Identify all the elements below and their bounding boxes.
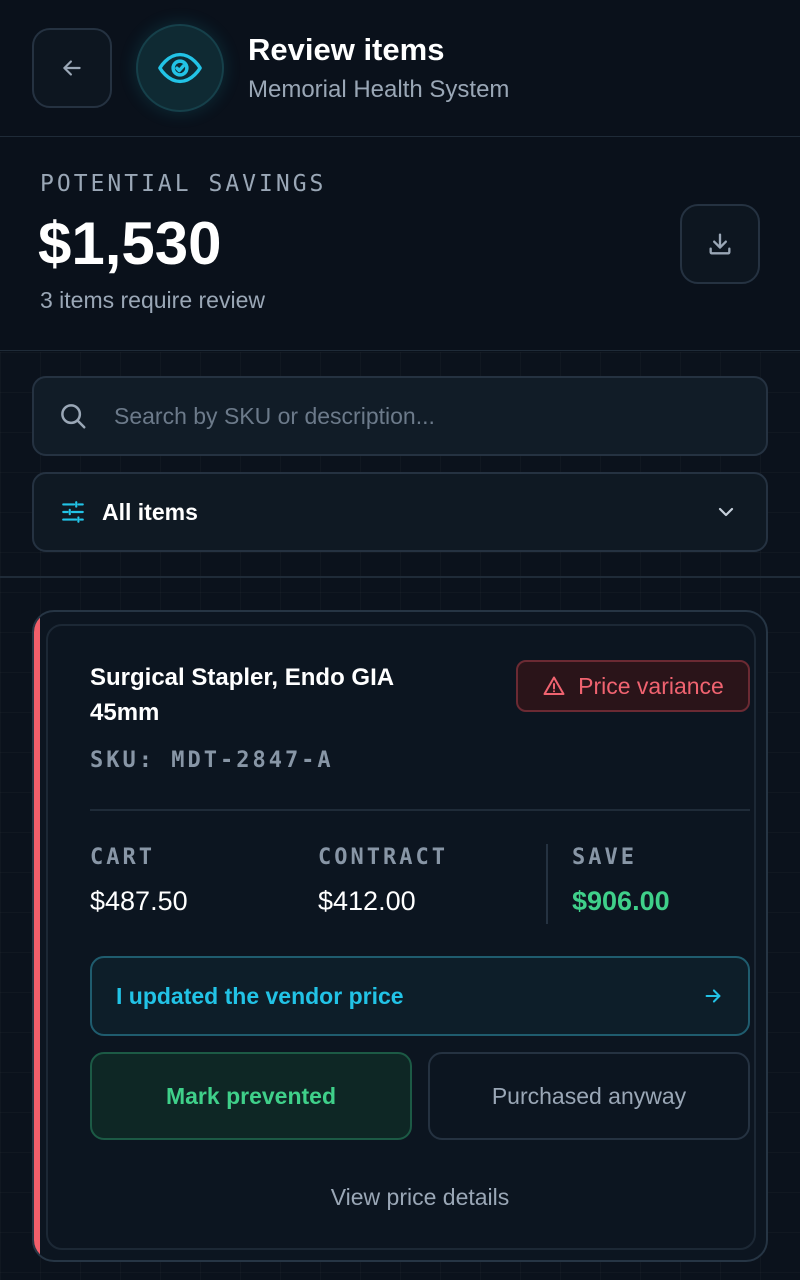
section-divider	[0, 576, 800, 578]
savings-note: 3 items require review	[40, 287, 265, 313]
review-items-page: Review items Memorial Health System POTE…	[0, 0, 800, 1280]
page-title: Review items	[248, 32, 445, 67]
card-content: Surgical Stapler, Endo GIA 45mm Price va…	[46, 624, 756, 1250]
badge-label: Price variance	[578, 672, 724, 699]
savings-value: $1,530	[38, 210, 222, 277]
arrow-right-icon	[702, 985, 724, 1007]
save-label: SAVE	[572, 845, 637, 870]
update-vendor-price-label: I updated the vendor price	[116, 982, 404, 1009]
arrow-left-icon	[59, 55, 85, 81]
filter-select[interactable]: All items	[32, 472, 768, 552]
save-value: $906.00	[572, 886, 670, 916]
review-badge	[136, 24, 224, 112]
contract-value: $412.00	[318, 886, 416, 916]
item-sku: SKU: MDT-2847-A	[90, 748, 334, 773]
review-item-card: Surgical Stapler, Endo GIA 45mm Price va…	[32, 610, 768, 1262]
download-icon	[706, 230, 734, 258]
download-button[interactable]	[680, 204, 760, 284]
chevron-down-icon	[714, 500, 738, 524]
savings-label: POTENTIAL SAVINGS	[40, 171, 327, 197]
header: Review items Memorial Health System	[0, 0, 800, 137]
item-title: Surgical Stapler, Endo GIA 45mm	[90, 664, 394, 726]
search-input[interactable]	[114, 378, 766, 454]
savings-summary: POTENTIAL SAVINGS $1,530 3 items require…	[0, 137, 800, 351]
card-divider	[90, 809, 750, 811]
contract-label: CONTRACT	[318, 845, 448, 870]
eye-check-icon	[157, 45, 203, 91]
mark-prevented-button[interactable]: Mark prevented	[90, 1052, 412, 1140]
search-icon	[58, 401, 88, 431]
card-status-accent	[34, 612, 40, 1260]
sliders-icon	[60, 499, 86, 525]
back-button[interactable]	[32, 28, 112, 108]
page-subtitle: Memorial Health System	[248, 76, 510, 103]
filter-label: All items	[102, 498, 198, 525]
cart-value: $487.50	[90, 886, 188, 916]
view-price-details-link[interactable]: View price details	[90, 1184, 750, 1211]
update-vendor-price-button[interactable]: I updated the vendor price	[90, 956, 750, 1036]
warning-icon	[542, 674, 566, 698]
column-divider	[546, 844, 548, 924]
search-field[interactable]	[32, 376, 768, 456]
cart-label: CART	[90, 845, 155, 870]
price-variance-badge: Price variance	[516, 660, 750, 712]
purchased-anyway-button[interactable]: Purchased anyway	[428, 1052, 750, 1140]
